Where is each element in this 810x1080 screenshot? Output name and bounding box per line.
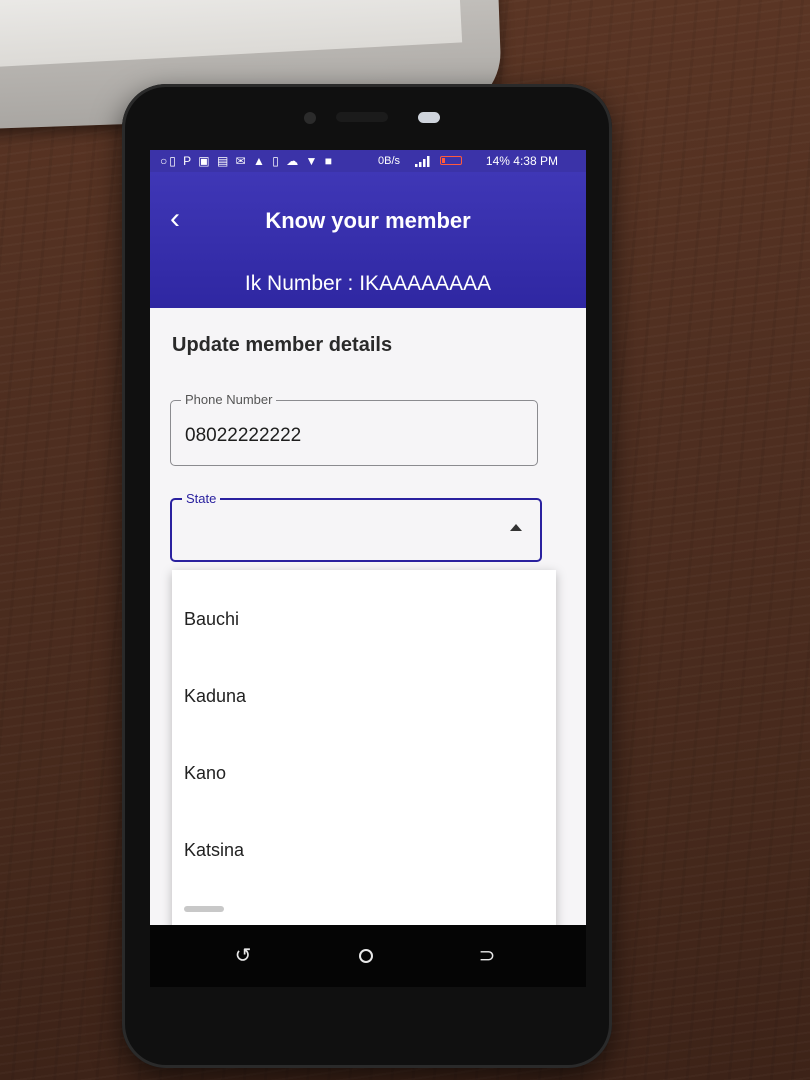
dropdown-option-kano[interactable]: Kano (172, 734, 556, 812)
notification-icons: ○▯ P ▣ ▤ ✉ ▲ ▯ ☁ ▼ ■ (160, 154, 334, 168)
back-icon[interactable]: ↺ (230, 943, 256, 969)
earpiece (336, 112, 388, 122)
status-right: 14% 4:38 PM (486, 150, 558, 172)
state-dropdown-menu: Bauchi Kaduna Kano Katsina (172, 570, 556, 925)
home-icon[interactable] (353, 943, 379, 969)
dropdown-option-katsina[interactable]: Katsina (172, 811, 556, 889)
arrow-up-icon[interactable] (510, 524, 522, 531)
battery-level: 14% (485, 154, 510, 168)
signal-icon (415, 156, 430, 167)
dropdown-option-kaduna[interactable]: Kaduna (172, 657, 556, 735)
phone-number-value[interactable]: 08022222222 (185, 425, 301, 447)
navigation-bar: ↺ ⊃ (150, 925, 586, 987)
proximity-sensor (418, 112, 440, 123)
network-speed: 0B/s (378, 155, 401, 167)
page-title: Know your member (265, 208, 471, 233)
phone-number-field[interactable]: Phone Number 08022222222 (170, 392, 538, 466)
status-bar: ○▯ P ▣ ▤ ✉ ▲ ▯ ☁ ▼ ■ 0B/s 14% 4:38 PM (150, 150, 586, 172)
app-bar: ‹ Know your member Ik Number : IKAAAAAAA… (150, 172, 586, 308)
section-title: Update member details (172, 334, 393, 356)
front-camera (304, 112, 316, 124)
form-container: Update member details Phone Number 08022… (150, 308, 586, 925)
recent-apps-icon[interactable]: ⊃ (474, 943, 500, 969)
dropdown-option-bauchi[interactable]: Bauchi (172, 580, 556, 658)
state-label: State (182, 491, 221, 507)
phone-number-label: Phone Number (181, 392, 277, 408)
dropdown-next-item-partial (184, 906, 224, 912)
screen: ○▯ P ▣ ▤ ✉ ▲ ▯ ☁ ▼ ■ 0B/s 14% 4:38 PM ‹ … (150, 150, 586, 925)
battery-icon (440, 156, 462, 165)
state-select[interactable]: State (170, 491, 542, 562)
ik-number: Ik Number : IKAAAAAAAA (244, 272, 492, 295)
phone-device: ○▯ P ▣ ▤ ✉ ▲ ▯ ☁ ▼ ■ 0B/s 14% 4:38 PM ‹ … (122, 84, 612, 1068)
clock: 4:38 PM (513, 154, 558, 168)
